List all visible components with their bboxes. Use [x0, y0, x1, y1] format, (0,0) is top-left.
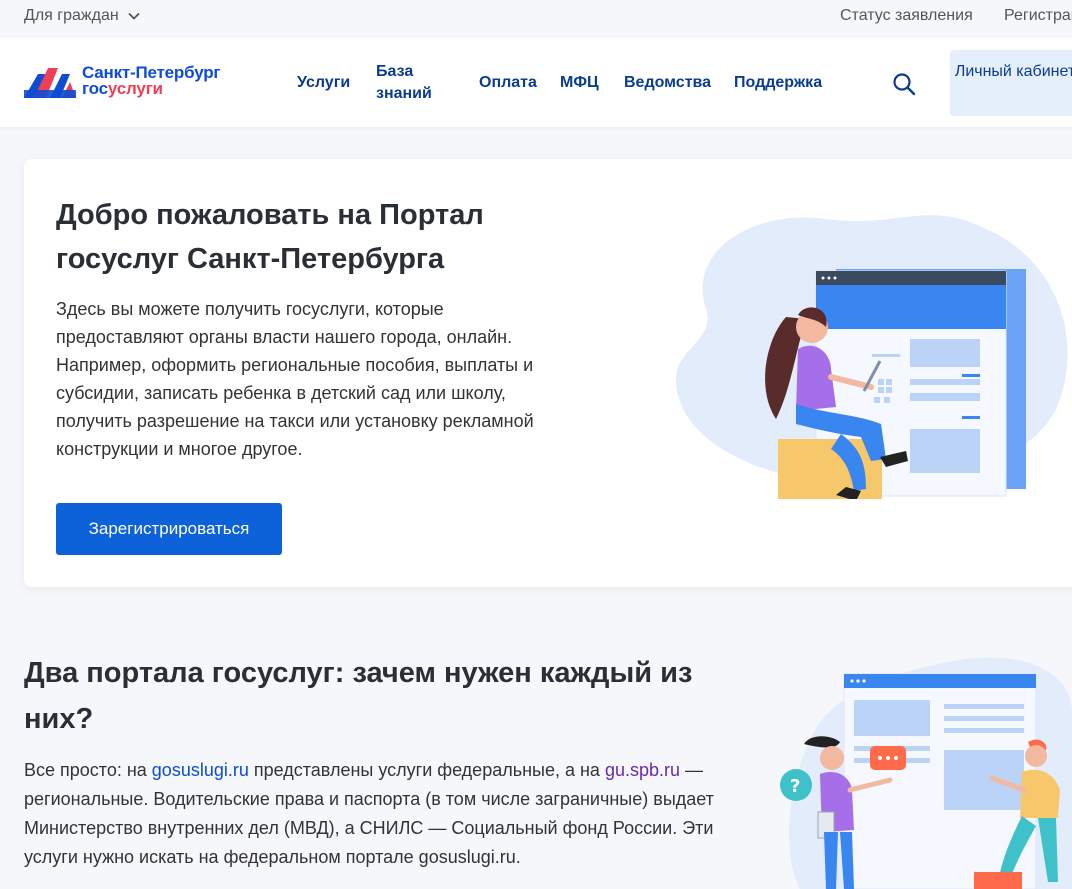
registration-link[interactable]: Регистрация	[1004, 7, 1072, 25]
top-bar: Для граждан Статус заявления Регистрация	[0, 0, 1072, 38]
search-icon[interactable]	[890, 70, 918, 98]
audience-selector[interactable]: Для граждан	[24, 7, 141, 25]
nav-services[interactable]: Услуги	[297, 72, 350, 94]
nav-knowledge-base[interactable]: База знаний	[376, 61, 456, 105]
nav-agencies[interactable]: Ведомства	[624, 72, 711, 94]
welcome-description: Здесь вы можете получить госуслуги, кото…	[56, 299, 534, 459]
welcome-card: Добро пожаловать на Портал госуслуг Санк…	[24, 159, 1072, 587]
application-status-link[interactable]: Статус заявления	[840, 7, 973, 25]
svg-text:?: ?	[790, 776, 800, 797]
two-portals-title: Два портала госуслуг: зачем нужен каждый…	[24, 657, 693, 735]
site-logo[interactable]: Санкт-Петербург госуслуги	[24, 64, 220, 98]
nav-payment[interactable]: Оплата	[479, 72, 537, 94]
chevron-down-icon	[128, 12, 140, 20]
logo-name: госуслуги	[82, 79, 163, 98]
register-button[interactable]: Зарегистрироваться	[56, 503, 282, 555]
gosuslugi-link[interactable]: gosuslugi.ru	[152, 760, 249, 780]
logo-text: Санкт-Петербург госуслуги	[82, 64, 220, 98]
welcome-title: Добро пожаловать на Портал госуслуг Санк…	[56, 199, 484, 275]
gosuslugi-logo-icon	[24, 68, 76, 98]
gu-spb-link[interactable]: gu.spb.ru	[605, 760, 680, 780]
two-people-illustration: ?	[780, 657, 1072, 889]
audience-label: Для граждан	[24, 7, 119, 24]
two-portals-text: Все просто: на gosuslugi.ru представлены…	[24, 760, 714, 867]
woman-laptop-illustration	[676, 215, 1068, 499]
nav-support[interactable]: Поддержка	[734, 72, 822, 94]
nav-mfc[interactable]: МФЦ	[560, 72, 599, 94]
personal-account-button[interactable]: Личный кабинет	[950, 50, 1072, 116]
main-header: Санкт-Петербург госуслуги Услуги База зн…	[0, 38, 1072, 127]
